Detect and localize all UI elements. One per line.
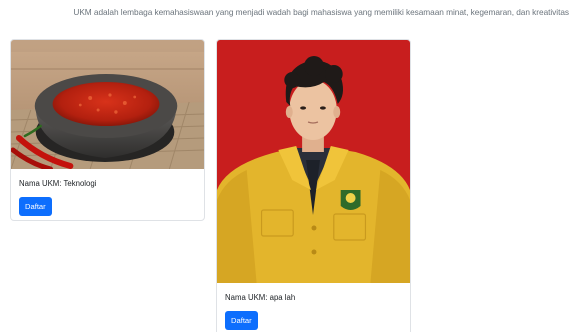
ukm-card-title: Nama UKM: apa lah <box>225 293 296 302</box>
ukm-page: UKM adalah lembaga kemahasiswaan yang me… <box>0 0 575 332</box>
ukm-card-title: Nama UKM: Teknologi <box>19 179 97 188</box>
ukm-card-image <box>217 40 410 283</box>
daftar-button[interactable]: Daftar <box>225 311 258 330</box>
daftar-button[interactable]: Daftar <box>19 197 52 216</box>
ukm-card-body: Nama UKM: Teknologi Daftar <box>11 169 204 220</box>
ukm-card: Nama UKM: apa lah Daftar <box>216 39 411 332</box>
ukm-card: Nama UKM: Teknologi Daftar <box>10 39 205 221</box>
ukm-card-image <box>11 40 204 169</box>
ukm-card-body: Nama UKM: apa lah Daftar <box>217 283 410 332</box>
intro-text: UKM adalah lembaga kemahasiswaan yang me… <box>73 7 569 17</box>
